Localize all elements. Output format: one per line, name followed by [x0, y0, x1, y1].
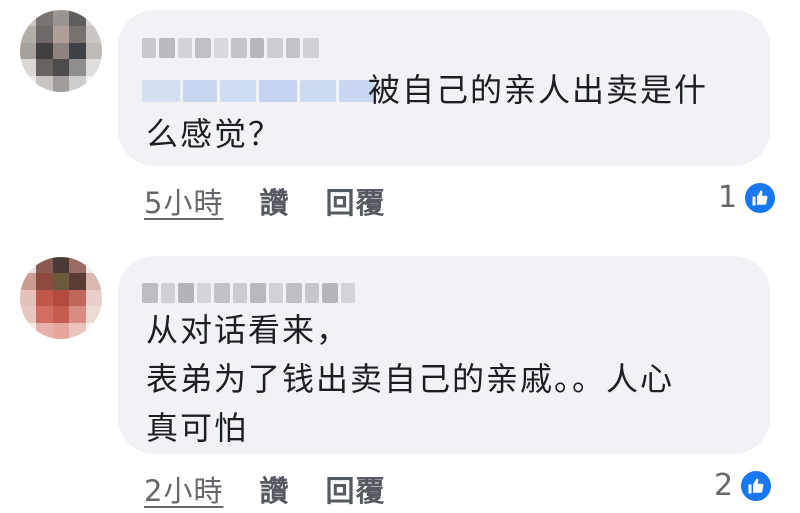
commenter-name[interactable] — [142, 38, 319, 58]
thumbs-up-icon — [743, 180, 778, 215]
comment-meta: 2小時 讚 回覆 — [144, 468, 421, 510]
thumbs-up-icon — [739, 468, 774, 503]
avatar[interactable] — [20, 257, 102, 339]
like-button[interactable]: 讚 — [259, 468, 289, 510]
reaction-count-number: 1 — [718, 180, 738, 215]
timestamp-link[interactable]: 2小時 — [144, 468, 223, 510]
comment-meta: 5小時 讚 回覆 — [144, 180, 421, 222]
reaction-count[interactable]: 2 — [714, 468, 774, 503]
commenter-name[interactable] — [142, 283, 355, 303]
reply-button[interactable]: 回覆 — [325, 180, 385, 222]
timestamp-link[interactable]: 5小時 — [144, 180, 223, 222]
mention-tag[interactable] — [142, 80, 375, 102]
comment-text: 被自己的亲人出卖是什 — [368, 71, 709, 109]
reaction-count-number: 2 — [714, 468, 734, 503]
comment-text: 从对话看来， 表弟为了钱出卖自己的亲戚。。人心 真可怕 — [146, 311, 675, 447]
like-button[interactable]: 讚 — [259, 180, 289, 222]
comment-text-continued: 么感觉？ — [146, 115, 283, 153]
reaction-count[interactable]: 1 — [718, 180, 778, 215]
avatar[interactable] — [20, 10, 102, 92]
reply-button[interactable]: 回覆 — [325, 468, 385, 510]
comment-thread: 被自己的亲人出卖是什 么感觉？ 5小時 讚 回覆 1 从对话看来， 表弟为了钱出… — [0, 0, 800, 513]
